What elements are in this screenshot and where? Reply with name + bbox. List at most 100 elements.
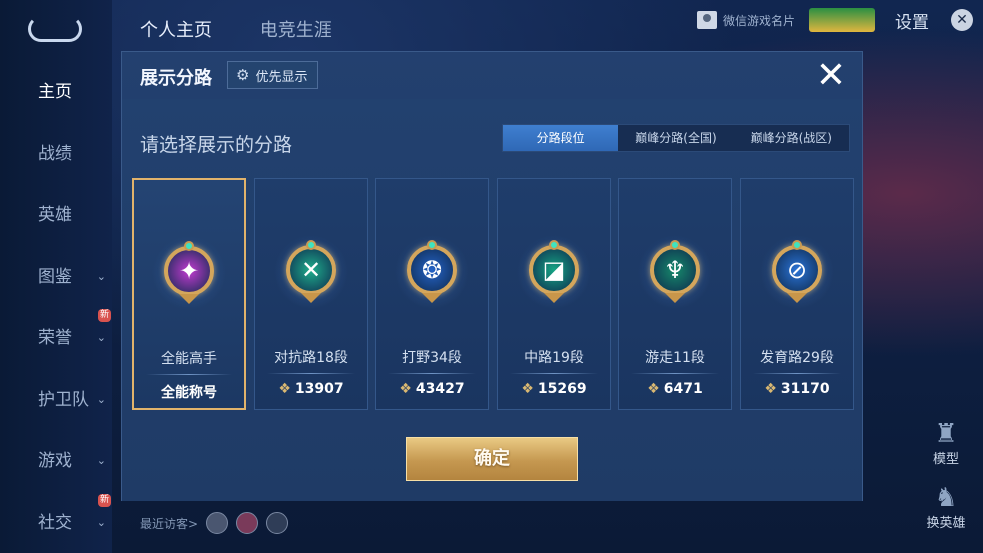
chevron-down-icon: ⌄ (96, 270, 106, 283)
avatar[interactable] (266, 512, 289, 534)
top-right-bar: 微信游戏名片 设置 ✕ (696, 6, 983, 34)
lane-card[interactable]: ✕ 对抗路18段 ❖ 13907 (254, 178, 368, 410)
model-button[interactable]: ♜ 模型 (921, 420, 971, 467)
event-badge[interactable] (809, 8, 875, 32)
lane-glyph-icon: ♆ (664, 256, 686, 284)
lane-stat-value: 6471 (663, 381, 703, 397)
chevron-down-icon: ⌄ (96, 454, 106, 467)
lane-stat: ❖ 15269 (498, 381, 610, 397)
divider (510, 373, 598, 374)
gem-icon (670, 240, 680, 250)
lane-stat: ❖ 31170 (741, 381, 853, 397)
lane-badge-icon: ✦ (164, 241, 214, 304)
lane-stat-value: 13907 (294, 381, 344, 397)
lane-stat-value: 43427 (415, 381, 465, 397)
lane-name: 打野34段 (402, 350, 462, 366)
sidebar-item[interactable]: 荣誉 ⌄ 新 (0, 309, 112, 353)
top-tabs: 个人主页 电竞生涯 (140, 16, 374, 42)
sidebar-item[interactable]: 护卫队 ⌄ (0, 385, 112, 415)
new-badge: 新 (98, 494, 112, 507)
lane-name: 游走11段 (645, 350, 705, 366)
gear-icon: ⚙ (236, 66, 250, 84)
close-icon[interactable]: ✕ (816, 58, 846, 94)
lane-card[interactable]: ❂ 打野34段 ❖ 43427 (375, 178, 489, 410)
lane-badge-icon: ✕ (286, 240, 336, 303)
wechat-card-button[interactable]: 微信游戏名片 (696, 11, 795, 29)
close-icon[interactable]: ✕ (951, 9, 973, 31)
sidebar-item[interactable]: 图鉴 ⌄ (0, 262, 112, 292)
recent-visitors[interactable]: 最近访客> (140, 512, 289, 534)
lane-card[interactable]: ✦ 全能高手全能称号 (132, 178, 246, 410)
gem-icon (184, 241, 194, 251)
gem-icon (549, 240, 559, 250)
lane-stat-value: 全能称号 (161, 385, 217, 401)
sidebar-item[interactable]: 游戏 ⌄ (0, 446, 112, 476)
avatar[interactable] (236, 512, 259, 534)
divider (753, 373, 841, 374)
peak-score-icon: ❖ (521, 381, 534, 397)
priority-display-button[interactable]: ⚙ 优先显示 (227, 61, 319, 89)
dialog-prompt: 请选择展示的分路 (140, 134, 293, 156)
dialog-title: 展示分路 (140, 68, 212, 89)
lane-type-segmented-control: 分路段位 巅峰分路(全国) 巅峰分路(战区) (502, 124, 850, 152)
peak-score-icon: ❖ (278, 381, 291, 397)
tab-personal-home[interactable]: 个人主页 (140, 20, 212, 41)
divider (267, 373, 355, 374)
sidebar-item[interactable]: 主页 (0, 77, 112, 107)
tab-lane-rank[interactable]: 分路段位 (503, 125, 619, 151)
sidebar-item-label: 荣誉 (38, 328, 72, 348)
lane-stat-value: 31170 (780, 381, 830, 397)
lane-badge-glow: ⊘ (760, 235, 834, 309)
divider (388, 373, 476, 374)
gem-icon (427, 240, 437, 250)
lane-badge-icon: ⊘ (772, 240, 822, 303)
peak-score-icon: ❖ (399, 381, 412, 397)
lane-badge-glow: ◪ (517, 235, 591, 309)
priority-display-label: 优先显示 (255, 69, 308, 85)
sidebar-item[interactable]: 英雄 (0, 200, 112, 230)
gem-icon (306, 240, 316, 250)
tab-esports-career[interactable]: 电竞生涯 (260, 20, 332, 41)
lane-badge-glow: ✕ (274, 235, 348, 309)
lane-glyph-icon: ❂ (421, 256, 443, 284)
switch-hero-button[interactable]: ♞ 换英雄 (921, 484, 971, 531)
chevron-down-icon: ⌄ (96, 393, 106, 406)
lane-stat-value: 15269 (537, 381, 587, 397)
lane-cards: ✦ 全能高手 全能称号 ✕ 对抗路18段 ❖ 13907 ❂ 打野34段 ❖ 43427 ◪ 中路19段… (132, 178, 854, 410)
lane-glyph-icon: ⊘ (786, 256, 808, 284)
divider (146, 374, 232, 375)
lane-glyph-icon: ✕ (300, 256, 322, 284)
lane-stat: ❖ 43427 (376, 381, 488, 397)
divider (631, 373, 719, 374)
lane-card[interactable]: ◪ 中路19段 ❖ 15269 (497, 178, 611, 410)
lane-card[interactable]: ⊘ 发育路29段 ❖ 31170 (740, 178, 854, 410)
lane-stat: ❖ 6471 (619, 381, 731, 397)
sidebar-item[interactable]: 战绩 (0, 139, 112, 169)
left-nav: 主页 战绩 英雄 图鉴 ⌄ 荣誉 ⌄ 新护卫队 ⌄ 游戏 ⌄ 社交 ⌄ 新 (0, 0, 112, 553)
sidebar-item-label: 游戏 (38, 451, 72, 471)
gem-icon (792, 240, 802, 250)
avatar[interactable] (206, 512, 229, 534)
switch-hero-label: 换英雄 (926, 516, 966, 531)
sidebar-item-label: 主页 (38, 82, 72, 102)
lane-badge-glow: ✦ (152, 236, 226, 310)
settings-button[interactable]: 设置 (895, 8, 929, 33)
sidebar-item[interactable]: 社交 ⌄ 新 (0, 494, 112, 538)
tab-peak-lane-national[interactable]: 巅峰分路(全国) (618, 125, 733, 151)
lane-card[interactable]: ♆ 游走11段 ❖ 6471 (618, 178, 732, 410)
lane-name: 全能高手 (161, 351, 217, 367)
tab-peak-lane-region[interactable]: 巅峰分路(战区) (734, 125, 849, 151)
new-badge: 新 (98, 309, 112, 322)
model-label: 模型 (932, 452, 959, 467)
recent-visitors-label: 最近访客> (140, 516, 199, 531)
peak-score-icon: ❖ (647, 381, 660, 397)
lane-badge-icon: ◪ (529, 240, 579, 303)
lane-badge-glow: ❂ (395, 235, 469, 309)
lane-name: 发育路29段 (760, 350, 834, 366)
back-logo-icon[interactable] (28, 16, 82, 42)
id-card-icon (696, 11, 717, 29)
wechat-card-label: 微信游戏名片 (722, 13, 795, 28)
lane-name: 中路19段 (524, 350, 584, 366)
switch-hero-icon: ♞ (934, 483, 958, 513)
confirm-button[interactable]: 确定 (406, 437, 578, 481)
